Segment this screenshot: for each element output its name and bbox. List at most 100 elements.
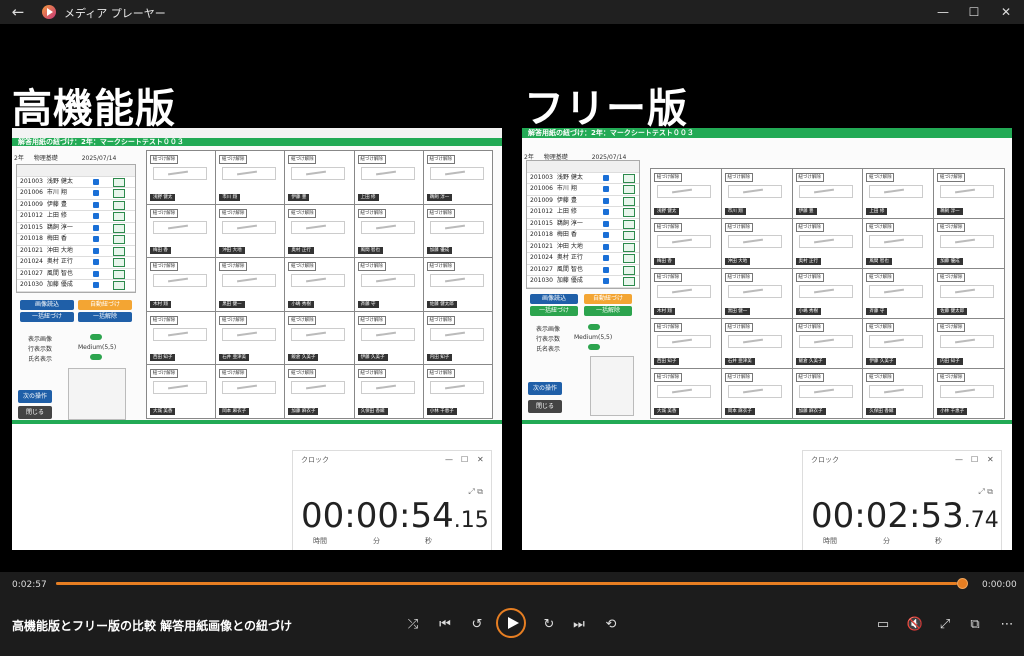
- student-row[interactable]: 201015 鵜飼 淳一: [17, 223, 135, 234]
- unlink-button[interactable]: 紐づけ解除: [150, 208, 178, 218]
- link-setting-icon[interactable]: [113, 246, 125, 256]
- student-row[interactable]: 201009 伊藤 豊: [527, 196, 639, 207]
- link-setting-icon[interactable]: [113, 281, 125, 290]
- sheet-cell[interactable]: 紐づけ解除 大城 美香: [147, 365, 217, 419]
- minimize-icon[interactable]: —: [929, 2, 957, 22]
- status-checkbox[interactable]: [93, 224, 99, 231]
- unlink-button[interactable]: 紐づけ解除: [866, 273, 895, 282]
- unlink-button[interactable]: 紐づけ解除: [654, 373, 682, 382]
- subject-select[interactable]: 物理基礎: [34, 155, 58, 162]
- sheet-cell[interactable]: 紐づけ解除 市川 翔: [216, 151, 286, 205]
- sheet-cell[interactable]: 紐づけ解除 飯倉 久美子: [792, 319, 864, 369]
- unlink-button[interactable]: 紐づけ解除: [150, 369, 178, 379]
- clock-close-icon-r[interactable]: ✕: [987, 455, 994, 464]
- maximize-icon[interactable]: ☐: [960, 2, 988, 22]
- status-checkbox[interactable]: [93, 201, 99, 208]
- status-checkbox[interactable]: [93, 247, 99, 254]
- next-action-button[interactable]: 次の操作: [18, 390, 52, 403]
- sheet-cell[interactable]: 紐づけ解除 上田 修: [354, 151, 424, 205]
- status-checkbox[interactable]: [93, 259, 99, 265]
- student-row[interactable]: 201012 上田 修: [17, 211, 135, 223]
- sheet-cell[interactable]: 紐づけ解除 石井 亜津美: [721, 319, 793, 369]
- sheet-cell[interactable]: 紐づけ解除 梅田 香: [651, 219, 722, 269]
- sheet-cell[interactable]: 紐づけ解除 加藤 麻衣子: [285, 365, 355, 419]
- link-setting-icon[interactable]: [623, 196, 635, 206]
- rows-select-r[interactable]: Medium(5,5): [574, 334, 612, 341]
- status-checkbox[interactable]: [603, 220, 609, 227]
- link-setting-icon[interactable]: [113, 212, 125, 221]
- unlink-button[interactable]: 紐づけ解除: [795, 373, 824, 382]
- display-image-toggle[interactable]: [90, 334, 102, 340]
- sheet-cell[interactable]: 紐づけ解除 黒田 健一: [721, 269, 793, 319]
- play-button[interactable]: [496, 608, 526, 638]
- student-row[interactable]: 201003 浅野 健太: [527, 173, 639, 184]
- student-row[interactable]: 201021 沖田 大地: [17, 246, 135, 257]
- grade-select[interactable]: 2年: [14, 155, 24, 162]
- unlink-button[interactable]: 紐づけ解除: [219, 208, 248, 218]
- unlink-button[interactable]: 紐づけ解除: [866, 323, 895, 332]
- unlink-button[interactable]: 紐づけ解除: [426, 262, 455, 272]
- unlink-button[interactable]: 紐づけ解除: [357, 369, 386, 379]
- auto-link-button-r[interactable]: 自動紐づけ: [584, 294, 632, 304]
- unlink-button[interactable]: 紐づけ解除: [654, 173, 682, 182]
- unlink-button[interactable]: 紐づけ解除: [426, 315, 455, 325]
- student-row[interactable]: 201024 奥村 正行: [527, 253, 639, 265]
- unlink-button[interactable]: 紐づけ解除: [357, 315, 386, 325]
- more-options-icon[interactable]: ⋯: [996, 614, 1018, 636]
- sheet-cell[interactable]: 紐づけ解除 沖田 大地: [721, 219, 793, 269]
- clock-maximize-icon[interactable]: ☐: [461, 455, 468, 464]
- student-row[interactable]: 201027 風間 智也: [527, 265, 639, 276]
- unlink-button[interactable]: 紐づけ解除: [795, 323, 824, 332]
- image-load-button-r[interactable]: 画像読込: [530, 294, 578, 304]
- link-setting-icon[interactable]: [623, 265, 635, 275]
- sheet-cell[interactable]: 紐づけ解除 斉藤 守: [354, 258, 424, 312]
- previous-icon[interactable]: ⏮: [434, 614, 456, 636]
- status-checkbox[interactable]: [603, 232, 609, 238]
- unlink-button[interactable]: 紐づけ解除: [288, 155, 317, 164]
- sheet-cell[interactable]: 紐づけ解除 小林 千恵子: [934, 369, 1005, 419]
- link-setting-icon[interactable]: [113, 200, 125, 210]
- unlink-button[interactable]: 紐づけ解除: [219, 155, 248, 164]
- student-row[interactable]: 201009 伊藤 豊: [17, 200, 135, 211]
- unlink-button[interactable]: 紐づけ解除: [654, 223, 682, 232]
- status-checkbox[interactable]: [93, 282, 99, 288]
- unlink-button[interactable]: 紐づけ解除: [795, 223, 824, 232]
- sheet-cell[interactable]: 紐づけ解除 内田 知子: [423, 311, 493, 366]
- student-row[interactable]: 201021 沖田 大地: [527, 242, 639, 253]
- video-canvas[interactable]: 高機能版 フリー版 解答用紙の紐づけ：2年：マークシートテスト００３ 2年 物理…: [0, 24, 1024, 572]
- sheet-cell[interactable]: 紐づけ解除 佐藤 健太郎: [423, 258, 493, 312]
- clock-minimize-icon[interactable]: —: [445, 455, 453, 464]
- shuffle-icon[interactable]: ⤮: [402, 614, 424, 636]
- back-arrow-icon[interactable]: ←: [8, 2, 28, 22]
- clock-close-icon[interactable]: ✕: [477, 455, 484, 464]
- student-row[interactable]: 201006 市川 翔: [17, 188, 135, 200]
- student-row[interactable]: 201012 上田 修: [527, 207, 639, 219]
- unlink-button[interactable]: 紐づけ解除: [724, 173, 753, 182]
- sheet-cell[interactable]: 紐づけ解除 小林 千恵子: [423, 365, 493, 419]
- sheet-cell[interactable]: 紐づけ解除 石井 亜津美: [216, 311, 286, 366]
- unlink-button[interactable]: 紐づけ解除: [288, 262, 317, 272]
- sheet-cell[interactable]: 紐づけ解除 岡本 麻衣子: [721, 369, 793, 419]
- clock-maximize-icon-r[interactable]: ☐: [971, 455, 978, 464]
- sheet-cell[interactable]: 紐づけ解除 奥村 正行: [792, 219, 864, 269]
- unlink-button[interactable]: 紐づけ解除: [724, 273, 753, 282]
- skip-back-10-icon[interactable]: ↺: [466, 614, 488, 636]
- next-icon[interactable]: ⏭: [568, 614, 590, 636]
- skip-forward-30-icon[interactable]: ↻: [538, 614, 560, 636]
- sheet-cell[interactable]: 紐づけ解除 岡本 麻衣子: [216, 365, 286, 419]
- unlink-button[interactable]: 紐づけ解除: [866, 223, 895, 232]
- unlink-button[interactable]: 紐づけ解除: [937, 273, 966, 282]
- sheet-cell[interactable]: 紐づけ解除 伊藤 豊: [792, 169, 864, 219]
- name-display-toggle-r[interactable]: [588, 344, 600, 350]
- bulk-unlink-button-r[interactable]: 一括解除: [584, 306, 632, 316]
- status-checkbox[interactable]: [603, 266, 609, 273]
- status-checkbox[interactable]: [603, 174, 609, 181]
- unlink-button[interactable]: 紐づけ解除: [219, 369, 248, 379]
- sheet-cell[interactable]: 紐づけ解除 西田 知子: [651, 319, 722, 369]
- rows-select[interactable]: Medium(5,5): [78, 344, 116, 351]
- sheet-cell[interactable]: 紐づけ解除 風間 智也: [863, 219, 935, 269]
- close-button[interactable]: 閉じる: [18, 406, 52, 419]
- status-checkbox[interactable]: [603, 255, 609, 261]
- student-row[interactable]: 201006 市川 翔: [527, 184, 639, 196]
- link-setting-icon[interactable]: [623, 173, 635, 183]
